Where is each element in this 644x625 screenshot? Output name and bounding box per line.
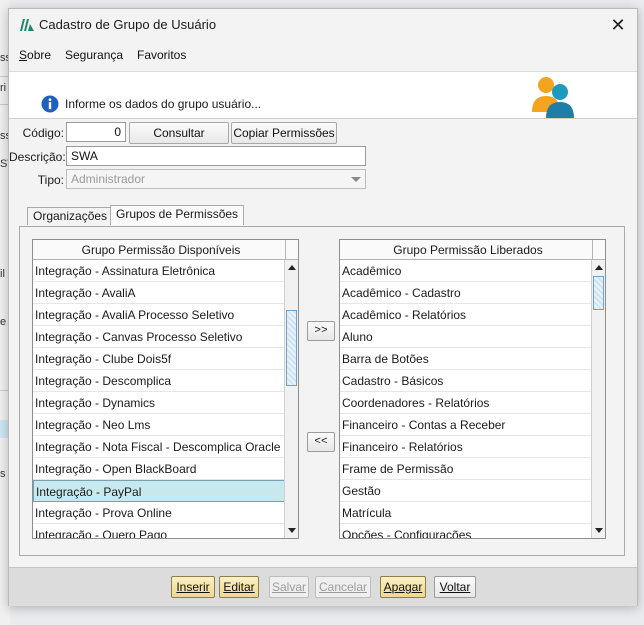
list-item[interactable]: Integração - Quero Pago — [33, 524, 286, 538]
descricao-field[interactable]: SWA — [66, 146, 366, 166]
list-item[interactable]: Integração - Dynamics — [33, 392, 286, 414]
menu-sobre-mnemonic: S — [19, 48, 28, 62]
list-item[interactable]: Coordenadores - Relatórios — [340, 392, 593, 414]
list-item[interactable]: Barra de Botões — [340, 348, 593, 370]
menu-bar: Sobre Segurança Favoritos — [9, 45, 637, 67]
tab-organizacoes[interactable]: Organizações — [27, 207, 114, 225]
tipo-select[interactable]: Administrador — [66, 169, 366, 189]
available-scrollbar[interactable] — [284, 260, 298, 538]
list-item[interactable]: Opções - Configurações — [340, 524, 593, 538]
list-item[interactable]: Integração - Assinatura Eletrônica — [33, 260, 286, 282]
editar-button[interactable]: Editar — [219, 576, 259, 598]
action-bar: Inserir Editar Salvar Cancelar Apagar Vo… — [9, 567, 637, 606]
released-list[interactable]: Grupo Permissão Liberados Acadêmico Acadê… — [339, 239, 606, 539]
released-list-header: Grupo Permissão Liberados — [340, 240, 596, 260]
list-item[interactable]: Aluno — [340, 326, 593, 348]
list-item[interactable]: Acadêmico — [340, 260, 593, 282]
list-item[interactable]: Frame de Permissão — [340, 458, 593, 480]
salvar-button[interactable]: Salvar — [269, 576, 309, 598]
descricao-label: Descrição: — [9, 150, 66, 164]
menu-sobre[interactable]: Sobre — [19, 48, 51, 62]
released-rows: Acadêmico Acadêmico - Cadastro Acadêmico -… — [340, 260, 593, 538]
released-list-header-spacer — [592, 240, 605, 260]
apagar-button[interactable]: Apagar — [380, 576, 426, 598]
list-item[interactable]: Integração - Open BlackBoard — [33, 458, 286, 480]
released-scrollbar[interactable] — [591, 260, 605, 538]
scrollbar-thumb[interactable] — [593, 276, 604, 310]
apagar-label: Apagar — [383, 580, 423, 594]
list-item[interactable]: Acadêmico - Relatórios — [340, 304, 593, 326]
group-user-dialog: Cadastro de Grupo de Usuário ✕ Sobre Seg… — [8, 8, 638, 606]
list-item[interactable]: Integração - Canvas Processo Seletivo — [33, 326, 286, 348]
scroll-up-icon[interactable] — [288, 265, 296, 270]
info-message: Informe os dados do grupo usuário... — [65, 97, 262, 111]
info-banner: Informe os dados do grupo usuário... — [9, 71, 637, 119]
voltar-button[interactable]: Voltar — [434, 576, 476, 598]
remove-permission-button[interactable]: << — [307, 432, 335, 452]
menu-seguranca[interactable]: Segurança — [65, 48, 123, 62]
available-list-header: Grupo Permissão Disponíveis — [33, 240, 289, 260]
list-item[interactable]: Financeiro - Relatórios — [340, 436, 593, 458]
list-item[interactable]: Integração - Descomplica — [33, 370, 286, 392]
close-icon: ✕ — [610, 15, 626, 35]
list-item[interactable]: Matrícula — [340, 502, 593, 524]
add-permission-button[interactable]: >> — [307, 321, 335, 341]
scroll-down-icon[interactable] — [595, 528, 603, 533]
scroll-up-icon[interactable] — [595, 265, 603, 270]
scroll-down-icon[interactable] — [288, 528, 296, 533]
list-item[interactable]: Integração - AvaliA — [33, 282, 286, 304]
available-list[interactable]: Grupo Permissão Disponíveis Integração -… — [32, 239, 299, 539]
salvar-label: Salvar — [271, 580, 306, 594]
list-item[interactable]: Integração - Clube Dois5f — [33, 348, 286, 370]
codigo-label: Código: — [22, 126, 64, 140]
available-rows: Integração - Assinatura Eletrônica Integr… — [33, 260, 286, 538]
list-item[interactable]: Integração - Prova Online — [33, 502, 286, 524]
close-button[interactable]: ✕ — [605, 13, 631, 37]
tipo-label: Tipo: — [37, 173, 64, 187]
codigo-field[interactable]: 0 — [66, 122, 126, 142]
list-item[interactable]: Acadêmico - Cadastro — [340, 282, 593, 304]
available-list-header-spacer — [285, 240, 298, 260]
app-logo-icon — [20, 19, 34, 31]
users-group-icon — [532, 77, 574, 118]
chevron-down-icon — [351, 177, 361, 182]
tab-grupos-de-permissoes[interactable]: Grupos de Permissões — [110, 205, 245, 225]
consultar-button[interactable]: Consultar — [129, 122, 229, 144]
inserir-button[interactable]: Inserir — [171, 576, 215, 598]
list-item[interactable]: Integração - AvaliA Processo Seletivo — [33, 304, 286, 326]
tab-panel-grupos: Grupo Permissão Disponíveis Integração -… — [19, 226, 625, 556]
window-title: Cadastro de Grupo de Usuário — [39, 17, 217, 32]
editar-label: Editar — [223, 580, 255, 594]
inserir-label: Inserir — [176, 580, 210, 594]
list-item[interactable]: Gestão — [340, 480, 593, 502]
voltar-label: Voltar — [439, 580, 471, 594]
list-item[interactable]: Cadastro - Básicos — [340, 370, 593, 392]
cancelar-label: Cancelar — [318, 580, 368, 594]
list-item[interactable]: Integração - PayPal — [33, 480, 286, 502]
cancelar-button[interactable]: Cancelar — [315, 576, 371, 598]
title-bar: Cadastro de Grupo de Usuário ✕ — [9, 9, 637, 41]
list-item[interactable]: Financeiro - Contas a Receber — [340, 414, 593, 436]
info-icon — [41, 95, 59, 113]
menu-sobre-rest: obre — [27, 48, 52, 62]
menu-favoritos[interactable]: Favoritos — [137, 48, 186, 62]
scrollbar-thumb[interactable] — [286, 310, 297, 386]
list-item[interactable]: Integração - Nota Fiscal - Descomplica O… — [33, 436, 286, 458]
tipo-select-value: Administrador — [71, 172, 146, 186]
copiar-permissoes-button[interactable]: Copiar Permissões — [231, 122, 337, 144]
list-item[interactable]: Integração - Neo Lms — [33, 414, 286, 436]
